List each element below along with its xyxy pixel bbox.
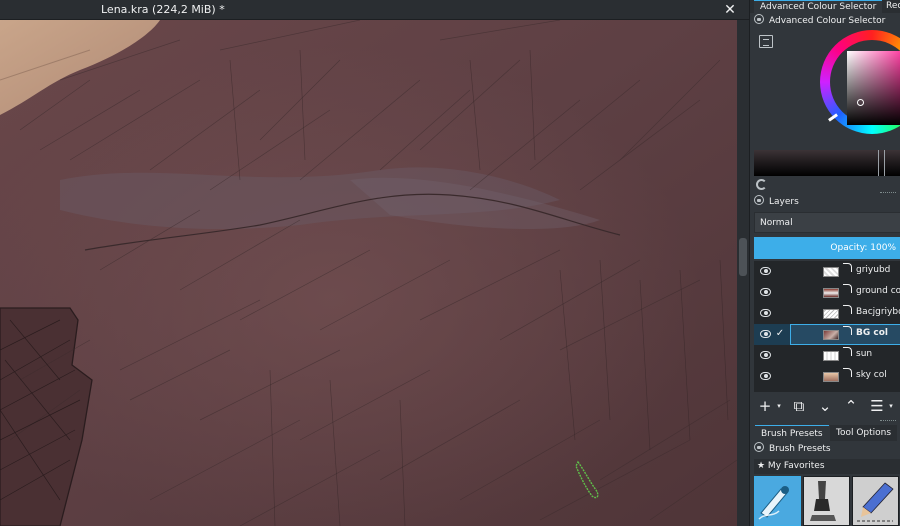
brush-presets-header: Brush Presets xyxy=(754,442,831,456)
blend-mode-select[interactable]: Normal xyxy=(754,212,900,233)
krita-window: Lena.kra (224,2 MiB) * ✕ Advanced Colour… xyxy=(0,0,900,526)
layer-row-ground-col[interactable]: ground col xyxy=(754,282,900,303)
colour-bar-divider xyxy=(878,150,879,176)
colour-selector-header: Advanced Colour Selector xyxy=(754,14,885,28)
pencil-icon xyxy=(857,482,894,522)
layer-name: Bacjgriybd xyxy=(856,307,900,317)
canvas-glow xyxy=(0,20,737,526)
opacity-slider[interactable]: Opacity: 100% xyxy=(754,237,900,259)
layer-row-sky-col[interactable]: sky col xyxy=(754,366,900,387)
docker-tab-bar: Advanced Colour Selector Rec xyxy=(750,0,900,13)
brush-presets-title: Brush Presets xyxy=(769,444,831,454)
layer-name: ground col xyxy=(856,286,900,296)
visibility-eye-icon[interactable] xyxy=(760,330,771,338)
document-tab-bar: Lena.kra (224,2 MiB) * ✕ xyxy=(0,0,749,20)
visibility-eye-icon[interactable] xyxy=(760,267,771,275)
visibility-eye-icon[interactable] xyxy=(760,351,771,359)
add-layer-icon[interactable]: + xyxy=(756,396,774,416)
move-layer-up-icon[interactable]: ⌃ xyxy=(842,396,860,416)
layer-thumbnail xyxy=(823,351,839,361)
visibility-eye-icon[interactable] xyxy=(760,372,771,380)
lock-icon[interactable] xyxy=(754,195,764,205)
canvas-artwork xyxy=(0,20,737,526)
layer-row-bg-col[interactable]: ✓ BG col xyxy=(754,324,900,345)
layers-title: Layers xyxy=(769,197,799,207)
alpha-inherit-icon[interactable] xyxy=(843,263,852,272)
layer-name: sun xyxy=(856,349,873,359)
lock-icon[interactable] xyxy=(754,442,764,452)
colour-selector-menu-icon[interactable] xyxy=(759,35,773,48)
scrollbar-handle[interactable] xyxy=(739,238,747,276)
layer-row-griyubd[interactable]: griyubd xyxy=(754,261,900,282)
layer-row-bacjgriybd[interactable]: Bacjgriybd xyxy=(754,303,900,324)
colour-bar-divider xyxy=(884,150,885,176)
alpha-inherit-icon[interactable] xyxy=(843,368,852,377)
drawing-canvas[interactable] xyxy=(0,20,737,526)
hue-marker[interactable] xyxy=(828,113,838,122)
active-check-icon[interactable]: ✓ xyxy=(774,327,786,341)
document-view: Lena.kra (224,2 MiB) * ✕ xyxy=(0,0,749,526)
colour-wheel[interactable] xyxy=(820,30,900,134)
visibility-eye-icon[interactable] xyxy=(760,309,771,317)
layers-header: Layers xyxy=(754,195,799,209)
tab-advanced-colour-selector[interactable]: Advanced Colour Selector xyxy=(754,0,883,13)
visibility-eye-icon[interactable] xyxy=(760,288,771,296)
layer-thumbnail xyxy=(823,309,839,319)
layer-name: BG col xyxy=(856,328,888,338)
favorites-tag-selector[interactable]: ★ My Favorites xyxy=(754,459,900,474)
layer-properties-dropdown-icon[interactable]: ▾ xyxy=(887,396,895,416)
tab-recent[interactable]: Rec xyxy=(880,0,900,13)
alpha-inherit-icon[interactable] xyxy=(843,305,852,314)
layer-row-sun[interactable]: sun xyxy=(754,345,900,366)
layer-thumbnail xyxy=(823,288,839,298)
layer-properties-icon[interactable]: ☰ xyxy=(868,396,886,416)
move-layer-down-icon[interactable]: ⌄ xyxy=(816,396,834,416)
layer-thumbnail xyxy=(823,267,839,277)
tab-brush-presets[interactable]: Brush Presets xyxy=(755,425,829,441)
layer-toolbar: + ▾ ⧉ ⌄ ⌃ ☰ ▾ xyxy=(754,396,900,416)
bristle-brush-icon xyxy=(810,481,836,521)
add-layer-dropdown-icon[interactable]: ▾ xyxy=(775,396,783,416)
layer-thumbnail xyxy=(823,330,839,340)
docker-grip[interactable] xyxy=(880,192,896,194)
brush-preset-airbrush[interactable] xyxy=(754,476,801,526)
alpha-inherit-icon[interactable] xyxy=(843,326,852,335)
layer-thumbnail xyxy=(823,372,839,382)
right-docker-panel: Advanced Colour Selector Rec Advanced Co… xyxy=(749,0,900,526)
airbrush-icon xyxy=(758,486,789,520)
canvas-vertical-scrollbar[interactable] xyxy=(737,20,749,526)
alpha-inherit-icon[interactable] xyxy=(843,347,852,356)
docker-grip[interactable] xyxy=(880,420,896,422)
brush-preset-bristles[interactable] xyxy=(803,476,850,526)
refresh-icon[interactable] xyxy=(756,179,767,190)
close-document-icon[interactable]: ✕ xyxy=(721,1,739,19)
saturation-value-square[interactable] xyxy=(847,51,900,125)
layer-name: griyubd xyxy=(856,265,891,275)
lock-icon[interactable] xyxy=(754,14,764,24)
layer-name: sky col xyxy=(856,370,887,380)
colour-selector-title: Advanced Colour Selector xyxy=(769,16,886,26)
brush-preset-pencil[interactable] xyxy=(852,476,899,526)
colour-picker-marker[interactable] xyxy=(857,99,864,106)
document-title: Lena.kra (224,2 MiB) * xyxy=(101,3,225,16)
tab-tool-options[interactable]: Tool Options xyxy=(830,425,898,441)
duplicate-layer-icon[interactable]: ⧉ xyxy=(790,396,808,416)
brush-docker-tabs: Brush Presets Tool Options xyxy=(750,425,900,441)
alpha-inherit-icon[interactable] xyxy=(843,284,852,293)
layer-list: griyubd ground col Bacjgriybd ✓ BG col s… xyxy=(754,261,900,392)
